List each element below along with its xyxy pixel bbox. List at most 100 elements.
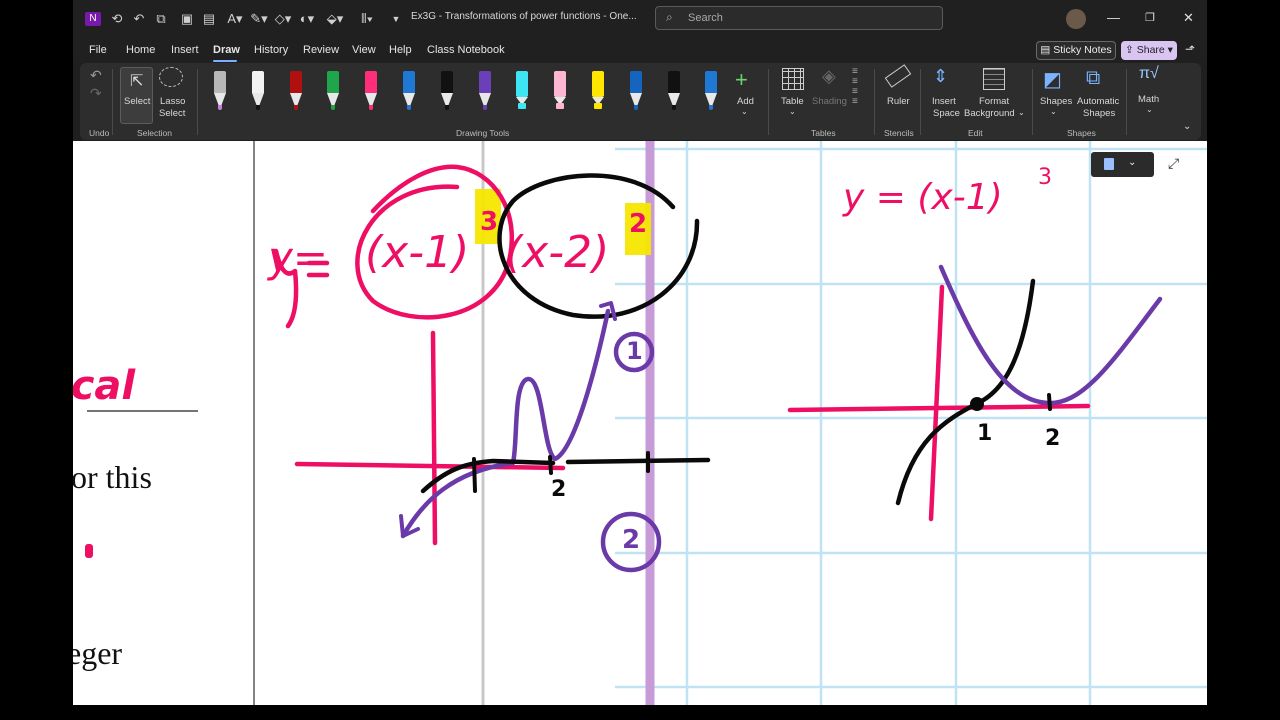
undo-qa-icon[interactable]: ↶ bbox=[131, 10, 147, 28]
page-canvas[interactable]: y= (x-1) 3 (x-2) 2 2 1 2 y = (x-1) 3 1 2… bbox=[73, 141, 1207, 705]
format-background-icon[interactable] bbox=[983, 68, 1005, 90]
pen-7[interactable] bbox=[438, 71, 456, 111]
table-label[interactable]: Table bbox=[781, 96, 804, 107]
right-exponent-text: 3 bbox=[1038, 165, 1052, 190]
pen-2[interactable] bbox=[249, 71, 267, 111]
page-icon[interactable]: ▤ bbox=[201, 10, 217, 28]
pen-8[interactable] bbox=[476, 71, 494, 111]
highlighter-3[interactable] bbox=[589, 71, 607, 111]
pen-10[interactable] bbox=[665, 71, 683, 111]
insert-space-label-2[interactable]: Space bbox=[933, 108, 960, 119]
highlight-icon[interactable]: ✎▾ bbox=[247, 10, 271, 28]
select-button[interactable]: ⇱ Select bbox=[120, 67, 153, 124]
pen-nib bbox=[483, 105, 487, 110]
pen-nib bbox=[518, 103, 526, 109]
chevron-down-icon: ⌄ bbox=[1050, 107, 1057, 116]
undo-icon[interactable]: ↶ bbox=[90, 67, 102, 84]
ink-mark bbox=[85, 544, 93, 558]
automatic-shapes-label-2[interactable]: Shapes bbox=[1083, 108, 1115, 119]
shapes-icon[interactable]: ◩ bbox=[1043, 67, 1062, 92]
title-bar: N ⟲ ↶ ⧉ ▣ ▤ A▾ ✎▾ ◇▾ ◐▾ ⬙▾ ⦀▾ ▼ Ex3G - T… bbox=[73, 0, 1207, 38]
insert-space-icon[interactable]: ⇕ bbox=[933, 66, 948, 87]
menu-history[interactable]: History bbox=[254, 44, 288, 56]
feedback-icon[interactable]: ⬏ bbox=[1185, 42, 1195, 56]
pen-nib bbox=[256, 105, 260, 110]
view-mode-button[interactable]: ⌄ bbox=[1091, 152, 1154, 177]
pen-body bbox=[705, 71, 717, 93]
onenote-window: N ⟲ ↶ ⧉ ▣ ▤ A▾ ✎▾ ◇▾ ◐▾ ⬙▾ ⦀▾ ▼ Ex3G - T… bbox=[73, 0, 1207, 720]
columns-icon[interactable]: ⦀▾ bbox=[355, 10, 379, 28]
back-icon[interactable]: ⟲ bbox=[109, 10, 125, 28]
restore-icon[interactable]: ❐ bbox=[1145, 11, 1155, 24]
share-icon: ⇪ bbox=[1125, 44, 1137, 56]
customize-qa-icon[interactable]: ▼ bbox=[389, 10, 403, 28]
fill-icon[interactable]: ⬙▾ bbox=[323, 10, 347, 28]
menu-review[interactable]: Review bbox=[303, 44, 339, 56]
pen-body bbox=[252, 71, 264, 93]
table-icon[interactable] bbox=[782, 68, 804, 90]
math-icon[interactable]: π√ bbox=[1139, 65, 1159, 83]
pointer-icon: ⇱ bbox=[130, 73, 144, 90]
pen-nib bbox=[294, 105, 298, 110]
pen-body bbox=[630, 71, 642, 93]
insert-space-label-1[interactable]: Insert bbox=[932, 96, 956, 107]
expand-icon[interactable]: ⤢ bbox=[1168, 155, 1179, 172]
divider bbox=[1032, 69, 1033, 135]
chevron-down-icon: ⌄ bbox=[1146, 105, 1153, 114]
redo-icon[interactable]: ↷ bbox=[90, 85, 102, 102]
ruler-label[interactable]: Ruler bbox=[887, 96, 910, 107]
shapes-qa-icon[interactable]: ◇▾ bbox=[271, 10, 295, 28]
edit-group-label: Edit bbox=[968, 128, 983, 138]
highlighter-2[interactable] bbox=[551, 71, 569, 111]
chevron-down-icon: ▾ bbox=[1164, 44, 1173, 56]
pen-nib bbox=[407, 105, 411, 110]
add-label[interactable]: Add bbox=[737, 96, 754, 107]
add-pen-icon[interactable]: + bbox=[735, 67, 748, 93]
menu-help[interactable]: Help bbox=[389, 44, 412, 56]
font-color-icon[interactable]: A▾ bbox=[223, 10, 247, 28]
menu-file[interactable]: File bbox=[89, 44, 107, 56]
avatar[interactable] bbox=[1066, 9, 1086, 29]
sticky-notes-button[interactable]: ▤ Sticky Notes bbox=[1036, 41, 1116, 60]
lasso-icon bbox=[159, 67, 183, 87]
collapse-ribbon-icon[interactable]: ⌄ bbox=[1183, 121, 1191, 132]
pen-5[interactable] bbox=[362, 71, 380, 111]
chevron-down-icon: ⌄ bbox=[1128, 157, 1137, 168]
redo-qa-icon[interactable]: ⧉ bbox=[153, 10, 169, 28]
menu-home[interactable]: Home bbox=[126, 44, 155, 56]
align-list-icon[interactable]: ≡ ≡ ≡ ≡ bbox=[852, 67, 858, 107]
minimize-icon[interactable]: — bbox=[1107, 10, 1120, 25]
math-label[interactable]: Math bbox=[1138, 94, 1159, 105]
share-button[interactable]: ⇪ Share ▾ bbox=[1121, 41, 1177, 60]
pen-11[interactable] bbox=[702, 71, 720, 111]
dock-icon[interactable]: ▣ bbox=[179, 10, 195, 28]
pen-9[interactable] bbox=[627, 71, 645, 111]
automatic-shapes-label-1[interactable]: Automatic bbox=[1077, 96, 1119, 107]
pen-body bbox=[365, 71, 377, 93]
highlighter-1[interactable] bbox=[513, 71, 531, 111]
factor-1-text: (x-1) bbox=[365, 227, 470, 278]
menu-class-notebook[interactable]: Class Notebook bbox=[427, 44, 505, 56]
pen-1[interactable] bbox=[211, 71, 229, 111]
search-box[interactable]: ⌕ Search bbox=[655, 6, 943, 30]
pen-3[interactable] bbox=[287, 71, 305, 111]
paint-icon[interactable]: ◐▾ bbox=[295, 10, 319, 28]
automatic-shapes-icon[interactable]: ⧉ bbox=[1086, 67, 1100, 90]
grid-lines bbox=[615, 141, 1207, 705]
sticky-notes-label: Sticky Notes bbox=[1053, 44, 1112, 56]
pen-4[interactable] bbox=[324, 71, 342, 111]
menu-draw[interactable]: Draw bbox=[213, 44, 240, 56]
pen-body bbox=[516, 71, 528, 97]
undo-group-label: Undo bbox=[89, 128, 110, 138]
format-background-label-1[interactable]: Format bbox=[979, 96, 1009, 107]
pen-6[interactable] bbox=[400, 71, 418, 111]
active-tab-indicator bbox=[213, 60, 237, 62]
format-background-label-2[interactable]: Background bbox=[964, 108, 1015, 119]
pen-body bbox=[214, 71, 226, 93]
menu-view[interactable]: View bbox=[352, 44, 376, 56]
shapes-label[interactable]: Shapes bbox=[1040, 96, 1072, 107]
menu-insert[interactable]: Insert bbox=[171, 44, 199, 56]
ruler-icon[interactable] bbox=[884, 64, 912, 88]
search-icon: ⌕ bbox=[666, 10, 673, 24]
close-icon[interactable]: ✕ bbox=[1183, 10, 1194, 26]
